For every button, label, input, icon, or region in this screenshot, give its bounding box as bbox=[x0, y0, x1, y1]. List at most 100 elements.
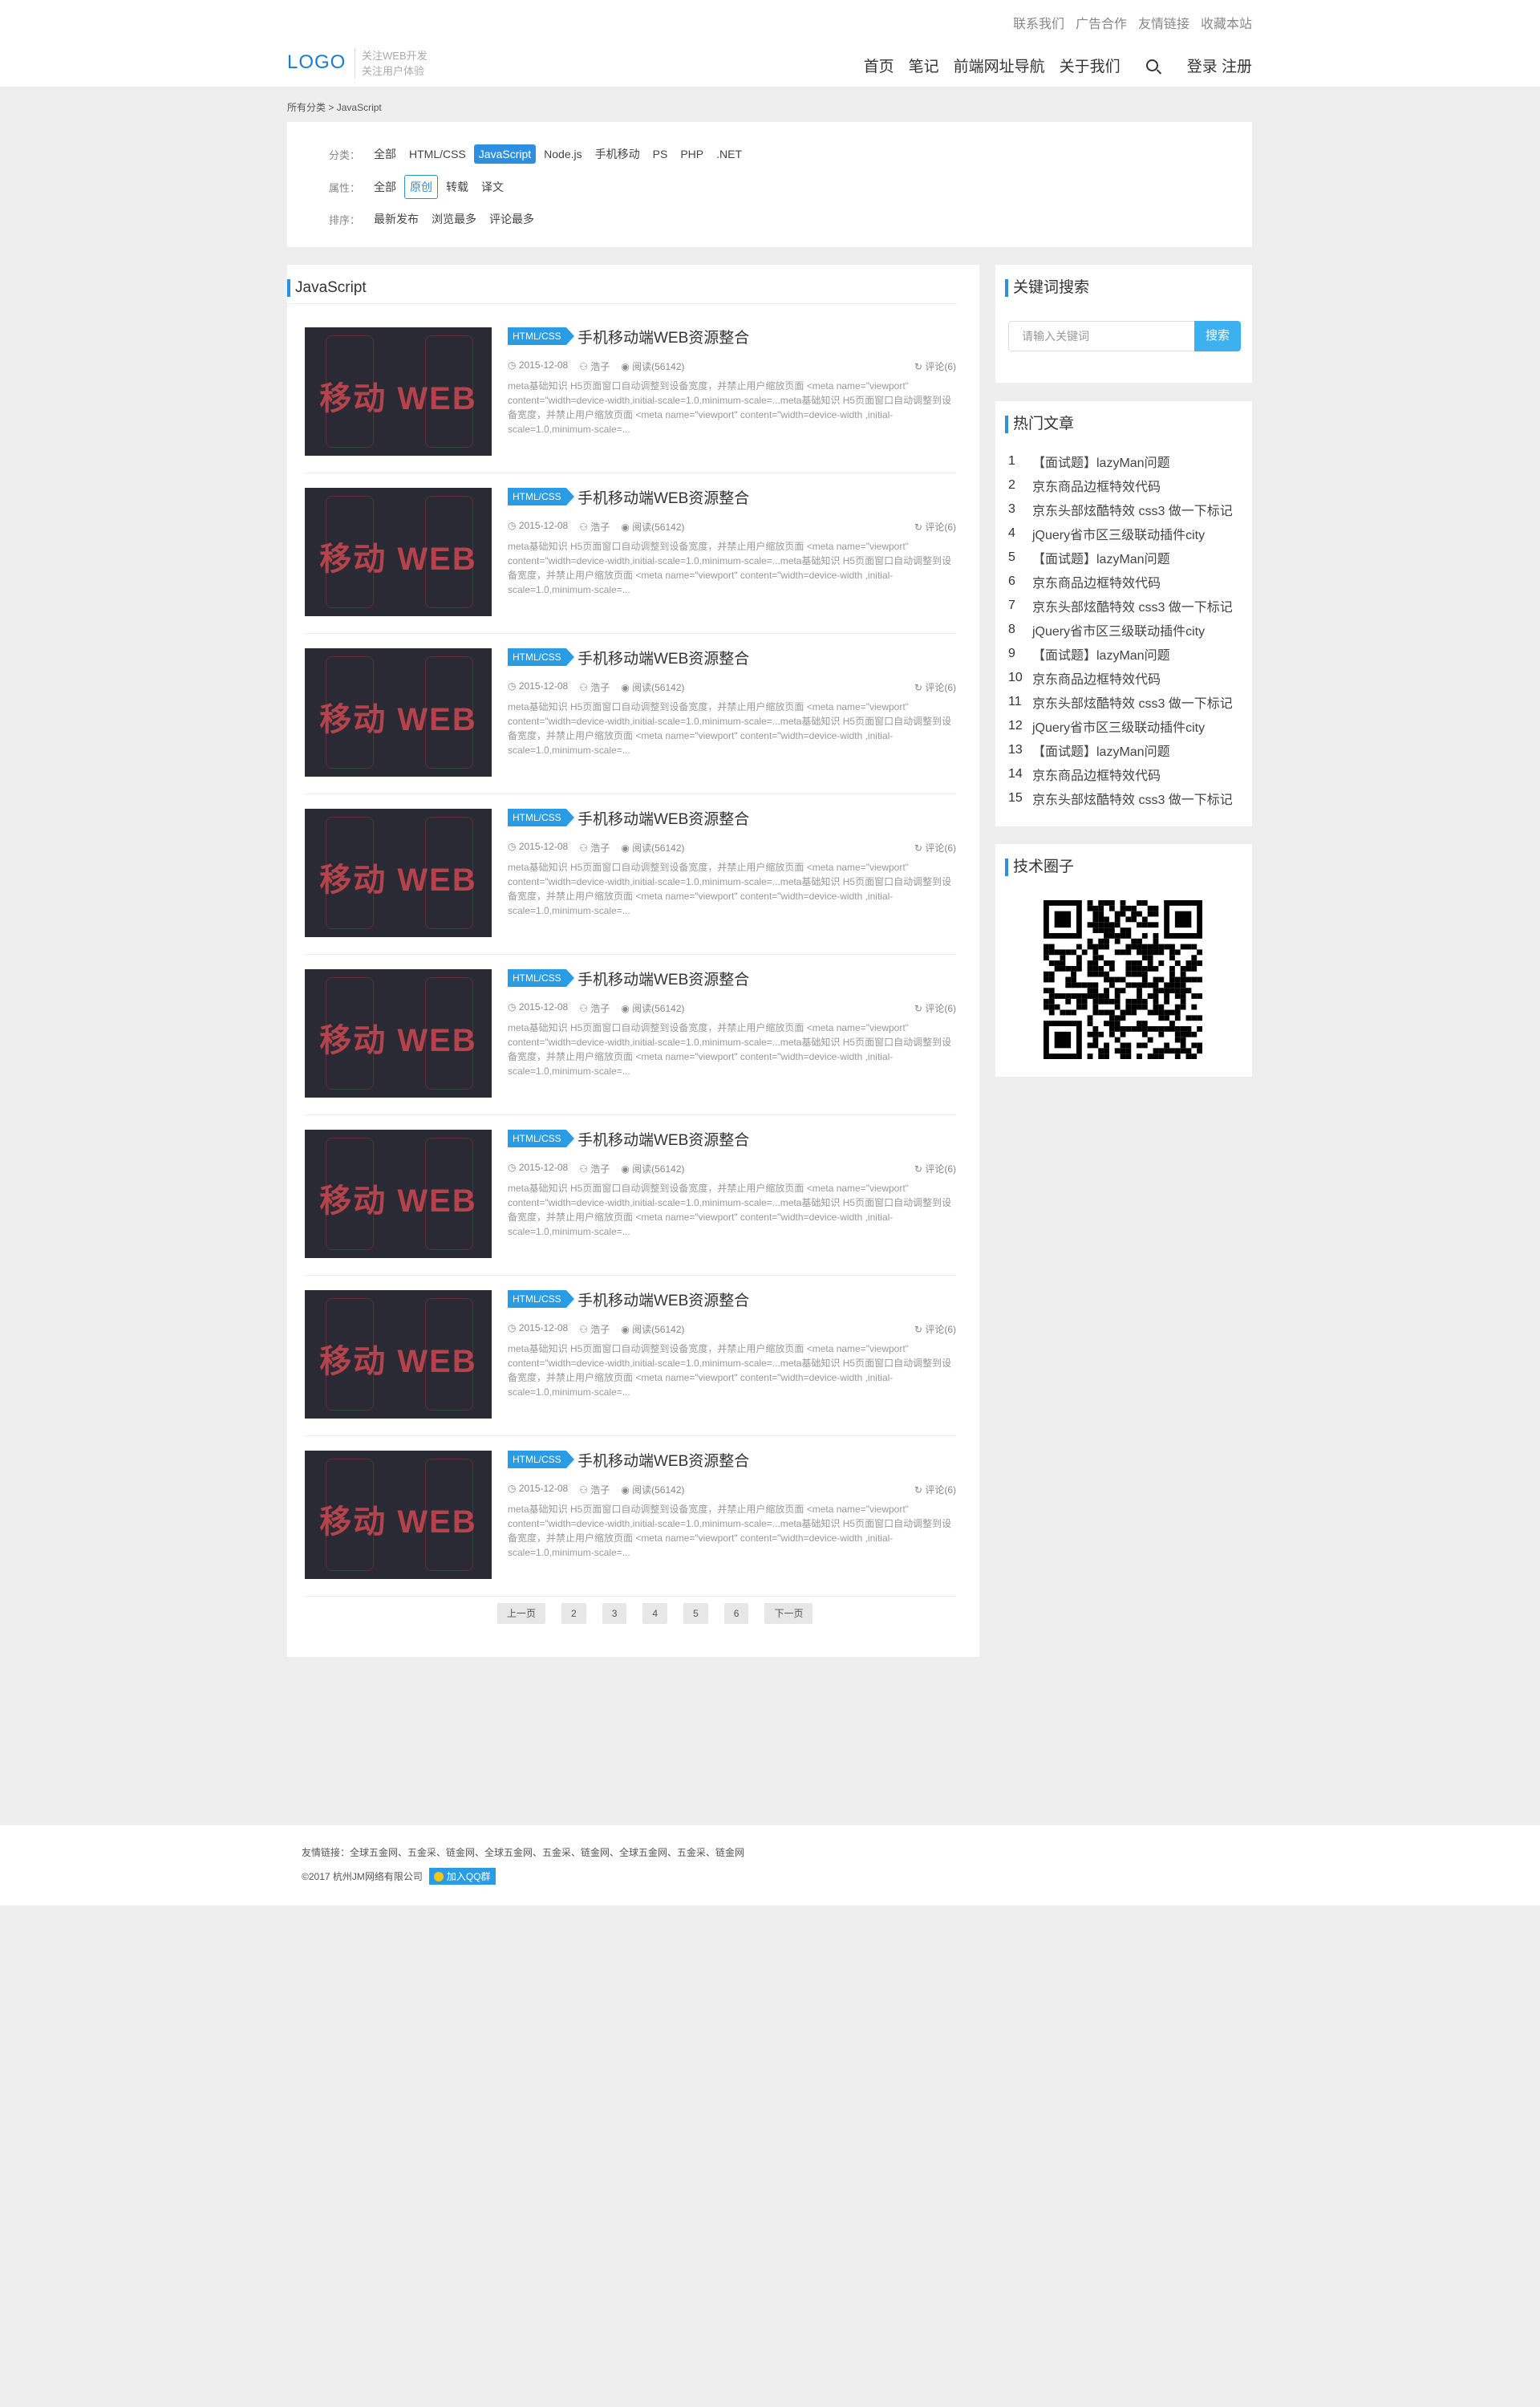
hot-article-title[interactable]: 京东头部炫酷特效 css3 做一下标记 bbox=[1032, 692, 1233, 712]
article-tag[interactable]: HTML/CSS bbox=[508, 1130, 574, 1147]
page-6[interactable]: 6 bbox=[723, 1603, 749, 1624]
hot-article-item[interactable]: 5 【面试题】lazyMan问题 bbox=[1008, 546, 1241, 570]
hot-article-item[interactable]: 14 京东商品边框特效代码 bbox=[1008, 762, 1241, 786]
article-tag[interactable]: HTML/CSS bbox=[508, 809, 574, 826]
article-comments[interactable]: ↻ 评论(6) bbox=[914, 1162, 956, 1175]
page-next[interactable]: 下一页 bbox=[764, 1603, 813, 1624]
article-thumbnail[interactable]: 移动 WEB bbox=[305, 648, 492, 777]
article-title[interactable]: 手机移动端WEB资源整合 bbox=[578, 1449, 749, 1471]
article-comments[interactable]: ↻ 评论(6) bbox=[914, 359, 956, 373]
article-thumbnail[interactable]: 移动 WEB bbox=[305, 1130, 492, 1258]
top-link-contact[interactable]: 联系我们 bbox=[1013, 13, 1064, 32]
hot-article-item[interactable]: 6 京东商品边框特效代码 bbox=[1008, 570, 1241, 594]
attribute-original[interactable]: 原创 bbox=[404, 175, 438, 199]
hot-article-title[interactable]: 【面试题】lazyMan问题 bbox=[1032, 548, 1170, 567]
page-2[interactable]: 2 bbox=[561, 1603, 586, 1624]
page-prev[interactable]: 上一页 bbox=[497, 1603, 546, 1624]
hot-article-item[interactable]: 3 京东头部炫酷特效 css3 做一下标记 bbox=[1008, 497, 1241, 522]
article-thumbnail[interactable]: 移动 WEB bbox=[305, 488, 492, 616]
article-title[interactable]: 手机移动端WEB资源整合 bbox=[578, 968, 749, 989]
article-title[interactable]: 手机移动端WEB资源整合 bbox=[578, 1128, 749, 1150]
page-3[interactable]: 3 bbox=[602, 1603, 627, 1624]
article-thumbnail[interactable]: 移动 WEB bbox=[305, 327, 492, 456]
hot-article-item[interactable]: 11 京东头部炫酷特效 css3 做一下标记 bbox=[1008, 690, 1241, 714]
hot-article-title[interactable]: 【面试题】lazyMan问题 bbox=[1032, 741, 1170, 760]
category-htmlcss[interactable]: HTML/CSS bbox=[404, 144, 471, 164]
page-5[interactable]: 5 bbox=[683, 1603, 708, 1624]
category-php[interactable]: PHP bbox=[675, 144, 708, 164]
sort-most-commented[interactable]: 评论最多 bbox=[484, 208, 539, 230]
nav-frontend-links[interactable]: 前端网址导航 bbox=[954, 55, 1045, 76]
hot-article-title[interactable]: 京东商品边框特效代码 bbox=[1032, 668, 1161, 688]
article-tag[interactable]: HTML/CSS bbox=[508, 1451, 574, 1468]
hot-article-item[interactable]: 4 jQuery省市区三级联动插件city bbox=[1008, 522, 1241, 546]
hot-article-item[interactable]: 2 京东商品边框特效代码 bbox=[1008, 473, 1241, 497]
article-comments[interactable]: ↻ 评论(6) bbox=[914, 1483, 956, 1496]
sort-latest[interactable]: 最新发布 bbox=[369, 208, 424, 230]
article-thumbnail[interactable]: 移动 WEB bbox=[305, 969, 492, 1098]
keyword-search-input[interactable]: 请输入关键词 bbox=[1008, 321, 1195, 351]
page-4[interactable]: 4 bbox=[642, 1603, 668, 1624]
article-item[interactable]: 移动 WEB HTML/CSS 手机移动端WEB资源整合 ◷ 2015-12-08 ⚇ … bbox=[305, 955, 956, 1115]
hot-article-title[interactable]: 【面试题】lazyMan问题 bbox=[1032, 452, 1170, 471]
article-item[interactable]: 移动 WEB HTML/CSS 手机移动端WEB资源整合 ◷ 2015-12-08 ⚇ … bbox=[305, 1276, 956, 1436]
article-item[interactable]: 移动 WEB HTML/CSS 手机移动端WEB资源整合 ◷ 2015-12-08 ⚇ … bbox=[305, 1115, 956, 1276]
article-item[interactable]: 移动 WEB HTML/CSS 手机移动端WEB资源整合 ◷ 2015-12-08 ⚇ … bbox=[305, 634, 956, 794]
article-tag[interactable]: HTML/CSS bbox=[508, 648, 574, 666]
category-javascript[interactable]: JavaScript bbox=[473, 144, 537, 164]
article-tag[interactable]: HTML/CSS bbox=[508, 488, 574, 505]
hot-article-item[interactable]: 15 京东头部炫酷特效 css3 做一下标记 bbox=[1008, 786, 1241, 810]
top-link-friends[interactable]: 友情链接 bbox=[1138, 13, 1189, 32]
article-thumbnail[interactable]: 移动 WEB bbox=[305, 809, 492, 937]
category-ps[interactable]: PS bbox=[648, 144, 673, 164]
article-title[interactable]: 手机移动端WEB资源整合 bbox=[578, 647, 749, 668]
friend-links-list[interactable]: 全球五金网、五金采、链金网、全球五金网、五金采、链金网、全球五金网、五金采、链金… bbox=[350, 1847, 744, 1858]
hot-article-title[interactable]: 京东商品边框特效代码 bbox=[1032, 476, 1161, 495]
article-tag[interactable]: HTML/CSS bbox=[508, 327, 574, 345]
top-link-ads[interactable]: 广告合作 bbox=[1076, 13, 1127, 32]
nav-about[interactable]: 关于我们 bbox=[1060, 55, 1121, 76]
article-item[interactable]: 移动 WEB HTML/CSS 手机移动端WEB资源整合 ◷ 2015-12-08 ⚇ … bbox=[305, 473, 956, 634]
article-thumbnail[interactable]: 移动 WEB bbox=[305, 1290, 492, 1419]
article-comments[interactable]: ↻ 评论(6) bbox=[914, 1001, 956, 1015]
article-tag[interactable]: HTML/CSS bbox=[508, 969, 574, 987]
article-comments[interactable]: ↻ 评论(6) bbox=[914, 680, 956, 694]
article-item[interactable]: 移动 WEB HTML/CSS 手机移动端WEB资源整合 ◷ 2015-12-08 ⚇ … bbox=[305, 1436, 956, 1597]
attribute-translation[interactable]: 译文 bbox=[476, 176, 509, 198]
hot-article-title[interactable]: 京东商品边框特效代码 bbox=[1032, 765, 1161, 784]
article-title[interactable]: 手机移动端WEB资源整合 bbox=[578, 326, 749, 347]
category-nodejs[interactable]: Node.js bbox=[539, 144, 586, 164]
logo[interactable]: LOGO bbox=[287, 51, 346, 74]
hot-article-title[interactable]: 京东头部炫酷特效 css3 做一下标记 bbox=[1032, 596, 1233, 615]
article-title[interactable]: 手机移动端WEB资源整合 bbox=[578, 807, 749, 829]
hot-article-item[interactable]: 1 【面试题】lazyMan问题 bbox=[1008, 449, 1241, 473]
hot-article-item[interactable]: 12 jQuery省市区三级联动插件city bbox=[1008, 714, 1241, 738]
login-link[interactable]: 登录 bbox=[1187, 59, 1218, 75]
hot-article-item[interactable]: 7 京东头部炫酷特效 css3 做一下标记 bbox=[1008, 594, 1241, 618]
article-tag[interactable]: HTML/CSS bbox=[508, 1290, 574, 1308]
article-title[interactable]: 手机移动端WEB资源整合 bbox=[578, 1289, 749, 1310]
hot-article-title[interactable]: jQuery省市区三级联动插件city bbox=[1032, 524, 1205, 543]
hot-article-item[interactable]: 13 【面试题】lazyMan问题 bbox=[1008, 738, 1241, 762]
article-item[interactable]: 移动 WEB HTML/CSS 手机移动端WEB资源整合 ◷ 2015-12-08 ⚇ … bbox=[305, 313, 956, 473]
article-item[interactable]: 移动 WEB HTML/CSS 手机移动端WEB资源整合 ◷ 2015-12-08 ⚇ … bbox=[305, 794, 956, 955]
sort-most-viewed[interactable]: 浏览最多 bbox=[427, 208, 481, 230]
hot-article-title[interactable]: 京东商品边框特效代码 bbox=[1032, 572, 1161, 591]
article-comments[interactable]: ↻ 评论(6) bbox=[914, 1322, 956, 1336]
attribute-repost[interactable]: 转载 bbox=[441, 176, 473, 198]
article-title[interactable]: 手机移动端WEB资源整合 bbox=[578, 486, 749, 508]
join-qq-group-button[interactable]: 加入QQ群 bbox=[428, 1868, 496, 1885]
top-link-bookmark[interactable]: 收藏本站 bbox=[1201, 13, 1252, 32]
search-icon[interactable] bbox=[1145, 59, 1158, 71]
article-thumbnail[interactable]: 移动 WEB bbox=[305, 1451, 492, 1579]
breadcrumb-root[interactable]: 所有分类 bbox=[287, 102, 326, 113]
category-mobile[interactable]: 手机移动 bbox=[590, 143, 645, 165]
article-comments[interactable]: ↻ 评论(6) bbox=[914, 841, 956, 854]
attribute-all[interactable]: 全部 bbox=[369, 176, 401, 198]
hot-article-title[interactable]: 京东头部炫酷特效 css3 做一下标记 bbox=[1032, 500, 1233, 519]
hot-article-title[interactable]: jQuery省市区三级联动插件city bbox=[1032, 716, 1205, 736]
hot-article-title[interactable]: jQuery省市区三级联动插件city bbox=[1032, 620, 1205, 639]
hot-article-item[interactable]: 8 jQuery省市区三级联动插件city bbox=[1008, 618, 1241, 642]
category-dotnet[interactable]: .NET bbox=[711, 144, 747, 164]
hot-article-item[interactable]: 10 京东商品边框特效代码 bbox=[1008, 666, 1241, 690]
